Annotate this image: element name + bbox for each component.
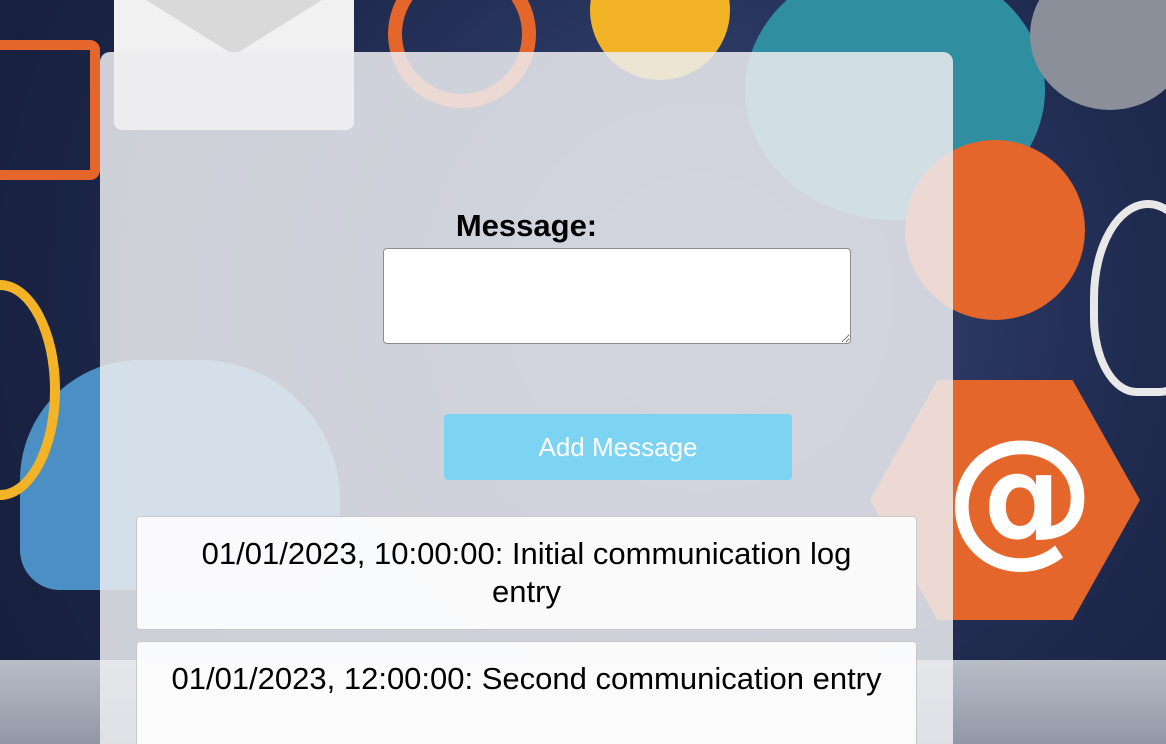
add-message-button[interactable]: Add Message: [444, 414, 792, 480]
sphere-decoration: [1030, 0, 1166, 110]
log-entry: 01/01/2023, 12:00:00: Second communicati…: [136, 641, 917, 744]
at-sign-icon: @: [945, 408, 1095, 582]
log-entry: 01/01/2023, 10:00:00: Initial communicat…: [136, 516, 917, 630]
book-icon: [0, 40, 100, 180]
lightbulb-icon: [1090, 200, 1166, 396]
message-input[interactable]: [383, 248, 851, 344]
message-label: Message:: [455, 208, 598, 243]
communication-log-list: 01/01/2023, 10:00:00: Initial communicat…: [136, 516, 917, 744]
